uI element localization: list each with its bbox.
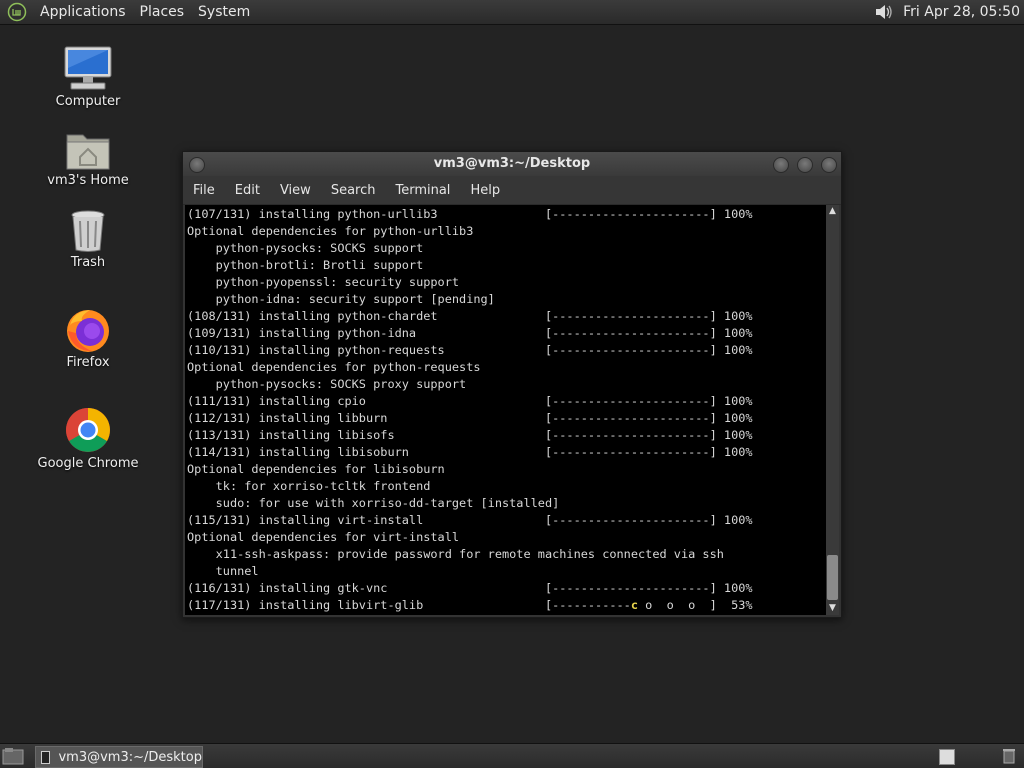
- terminal-line: python-idna: security support [pending]: [215, 292, 495, 306]
- terminal-line: (114/131) installing libisoburn [-------…: [187, 445, 753, 459]
- terminal-line: (107/131) installing python-urllib3 [---…: [187, 207, 753, 221]
- terminal-line: (111/131) installing cpio [-------------…: [187, 394, 753, 408]
- window-menu-button[interactable]: [189, 157, 205, 173]
- terminal-output[interactable]: (107/131) installing python-urllib3 [---…: [185, 205, 826, 615]
- menu-view[interactable]: View: [270, 183, 321, 198]
- mint-logo-icon[interactable]: [7, 2, 27, 22]
- volume-icon[interactable]: [873, 2, 895, 22]
- menu-file[interactable]: File: [183, 183, 225, 198]
- desktop-icon-label: Computer: [55, 94, 121, 109]
- menu-terminal[interactable]: Terminal: [385, 183, 460, 198]
- places-menu[interactable]: Places: [133, 4, 192, 20]
- terminal-window[interactable]: vm3@vm3:~/Desktop File Edit View Search …: [182, 151, 842, 618]
- workspace-switcher[interactable]: [939, 749, 955, 765]
- terminal-line: (115/131) installing virt-install [-----…: [187, 513, 753, 527]
- terminal-line: (116/131) installing gtk-vnc [----------…: [187, 581, 753, 595]
- trash-icon: [71, 210, 105, 252]
- top-panel: Applications Places System Fri Apr 28, 0…: [0, 0, 1024, 25]
- terminal-line: (110/131) installing python-requests [--…: [187, 343, 753, 357]
- taskbar-terminal-button[interactable]: vm3@vm3:~/Desktop: [35, 746, 203, 768]
- system-menu[interactable]: System: [191, 4, 257, 20]
- terminal-line: (109/131) installing python-idna [------…: [187, 326, 753, 340]
- window-title: vm3@vm3:~/Desktop: [433, 156, 591, 171]
- desktop-icon-label: Google Chrome: [37, 456, 139, 471]
- terminal-line: (112/131) installing libburn [----------…: [187, 411, 753, 425]
- terminal-line: Optional dependencies for python-urllib3: [187, 224, 474, 238]
- terminal-line: x11-ssh-askpass: provide password for re…: [215, 547, 724, 561]
- desktop-icon-home[interactable]: vm3's Home: [28, 129, 148, 188]
- terminal-line: Optional dependencies for libisoburn: [187, 462, 445, 476]
- desktop-icon-label: Firefox: [66, 355, 110, 370]
- terminal-line: sudo: for use with xorriso-dd-target [in…: [215, 496, 560, 510]
- menu-edit[interactable]: Edit: [225, 183, 270, 198]
- scrollbar-thumb[interactable]: [827, 555, 838, 600]
- window-titlebar[interactable]: vm3@vm3:~/Desktop: [183, 152, 841, 176]
- maximize-button[interactable]: [797, 157, 813, 173]
- terminal-line: python-pysocks: SOCKS proxy support: [215, 377, 467, 391]
- scroll-down-arrow-icon[interactable]: ▼: [827, 603, 838, 614]
- terminal-line: Optional dependencies for python-request…: [187, 360, 481, 374]
- terminal-line: (113/131) installing libisofs [---------…: [187, 428, 753, 442]
- firefox-icon: [67, 310, 109, 352]
- desktop-icon-chrome[interactable]: Google Chrome: [28, 406, 148, 471]
- chrome-icon: [66, 408, 110, 452]
- terminal-text: (107/131) installing python-urllib3 [---…: [185, 205, 826, 614]
- desktop-icon-label: vm3's Home: [47, 173, 129, 188]
- pacman-progress-glyph: c: [630, 598, 639, 612]
- desktop-icon-trash[interactable]: Trash: [28, 209, 148, 270]
- terminal-menubar: File Edit View Search Terminal Help: [183, 176, 841, 205]
- computer-icon: [64, 46, 112, 90]
- trash-applet-icon[interactable]: [1001, 748, 1017, 764]
- bottom-panel: vm3@vm3:~/Desktop: [0, 743, 1024, 768]
- close-button[interactable]: [821, 157, 837, 173]
- terminal-line: (108/131) installing python-chardet [---…: [187, 309, 753, 323]
- desktop-icon-label: Trash: [70, 255, 106, 270]
- terminal-line-progress-tail: o o o ] 53%: [638, 598, 753, 612]
- terminal-line: python-pyopenssl: security support: [215, 275, 460, 289]
- terminal-line: python-pysocks: SOCKS support: [215, 241, 424, 255]
- terminal-icon: [41, 750, 51, 764]
- scroll-up-arrow-icon[interactable]: ▲: [827, 206, 838, 217]
- terminal-line: python-brotli: Brotli support: [215, 258, 424, 272]
- home-folder-icon: [66, 134, 110, 170]
- minimize-button[interactable]: [773, 157, 789, 173]
- taskbar-button-label: vm3@vm3:~/Desktop: [58, 749, 202, 765]
- applications-menu[interactable]: Applications: [33, 4, 133, 20]
- menu-search[interactable]: Search: [321, 183, 386, 198]
- desktop-icon-firefox[interactable]: Firefox: [28, 307, 148, 370]
- terminal-scrollbar[interactable]: ▲ ▼: [826, 205, 839, 615]
- menu-help[interactable]: Help: [460, 183, 510, 198]
- terminal-line: Optional dependencies for virt-install: [187, 530, 460, 544]
- desktop-icon-computer[interactable]: Computer: [28, 46, 148, 109]
- terminal-line: tk: for xorriso-tcltk frontend: [215, 479, 431, 493]
- show-desktop-icon[interactable]: [2, 747, 24, 765]
- clock[interactable]: Fri Apr 28, 05:50: [903, 4, 1020, 20]
- terminal-line: tunnel: [215, 564, 259, 578]
- terminal-line-progress: (117/131) installing libvirt-glib [-----…: [187, 598, 631, 612]
